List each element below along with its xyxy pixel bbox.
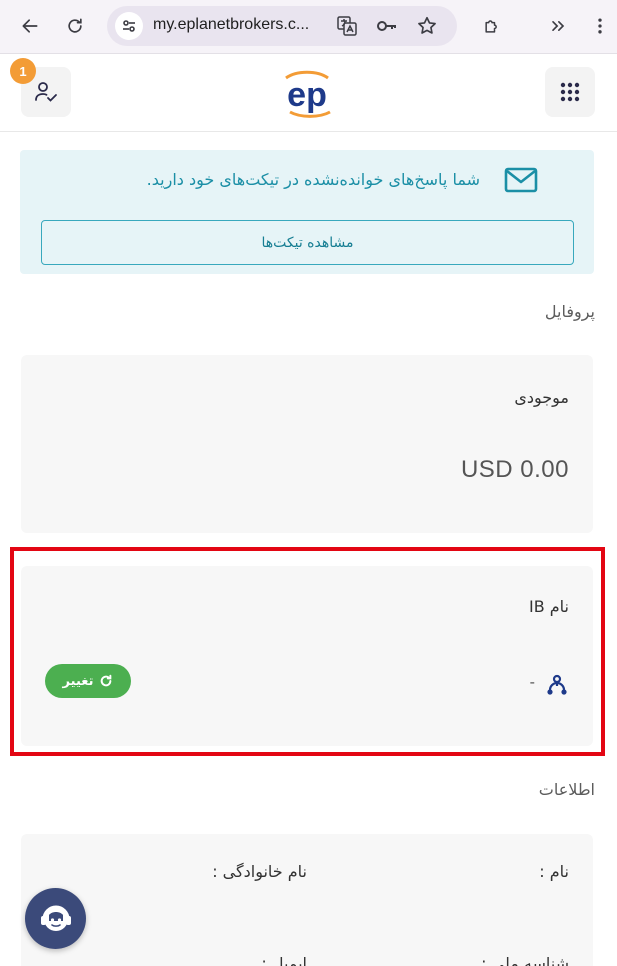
balance-card: موجودی USD 0.00: [21, 355, 593, 533]
notification-badge: 1: [10, 58, 36, 84]
alert-message: شما پاسخ‌های خوانده‌نشده در تیکت‌های خود…: [146, 170, 480, 189]
site-settings-icon[interactable]: [115, 12, 143, 40]
unread-tickets-alert: شما پاسخ‌های خوانده‌نشده در تیکت‌های خود…: [20, 150, 594, 274]
last-name-label: نام خانوادگی :: [212, 862, 307, 881]
info-card: نام : نام خانوادگی : شناسه ملی : ایمیل :: [21, 834, 593, 966]
translate-icon[interactable]: [335, 14, 359, 38]
password-key-icon[interactable]: [375, 14, 399, 38]
info-section-title: اطلاعات: [538, 780, 595, 799]
more-chevrons-icon[interactable]: [541, 9, 575, 43]
bookmark-star-icon[interactable]: [415, 14, 439, 38]
logo-text: ep: [287, 76, 327, 114]
menu-dots-icon[interactable]: [586, 9, 614, 43]
address-bar[interactable]: my.eplanetbrokers.c...: [107, 6, 457, 46]
reload-icon[interactable]: [58, 9, 92, 43]
mail-icon: [504, 167, 538, 193]
grid-icon: [560, 82, 580, 102]
url-text: my.eplanetbrokers.c...: [153, 16, 310, 33]
app-header: 1 ep: [0, 54, 617, 132]
browser-toolbar: my.eplanetbrokers.c...: [0, 0, 617, 54]
view-tickets-button[interactable]: مشاهده تیکت‌ها: [41, 220, 574, 265]
national-id-label: شناسه ملی :: [481, 954, 569, 966]
apps-grid-button[interactable]: [545, 67, 595, 117]
back-arrow-icon[interactable]: [13, 9, 47, 43]
email-label: ایمیل :: [261, 954, 307, 966]
support-agent-icon: [40, 905, 71, 931]
first-name-label: نام :: [539, 862, 569, 881]
profile-section-title: پروفایل: [544, 302, 595, 321]
user-check-icon: [35, 82, 57, 102]
ep-logo[interactable]: ep: [276, 70, 340, 120]
support-chat-button[interactable]: [25, 888, 86, 949]
extensions-icon[interactable]: [475, 9, 509, 43]
balance-value: USD 0.00: [460, 456, 569, 483]
highlight-frame: [10, 547, 605, 756]
balance-label: موجودی: [514, 388, 569, 407]
